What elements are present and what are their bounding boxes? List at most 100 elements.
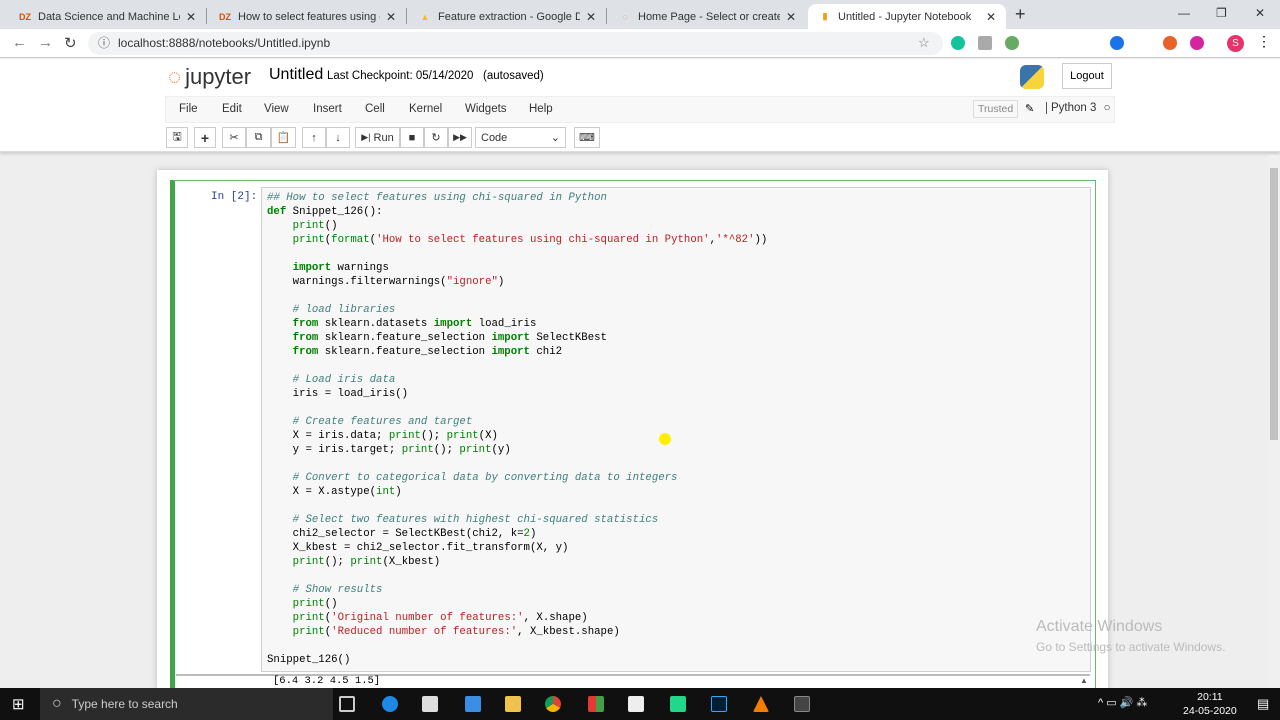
menu-view[interactable]: View xyxy=(264,103,289,115)
code-line: X_kbest = chi2_selector.fit_transform(X,… xyxy=(267,541,767,555)
url-text: localhost:8888/notebooks/Untitled.ipynb xyxy=(118,36,331,50)
terminal-icon[interactable] xyxy=(794,696,810,712)
close-tab-icon[interactable]: ✕ xyxy=(186,10,196,24)
code-token: ## How to select features using chi-squa… xyxy=(267,192,607,204)
notebook-name[interactable]: Untitled xyxy=(269,66,323,84)
output-text: [6.4 3.2 4.5 1.5] xyxy=(273,675,381,687)
extension-icon[interactable] xyxy=(978,36,992,50)
jupyter-logo[interactable]: ◌ jupyter xyxy=(168,64,251,90)
code-line: print() xyxy=(267,597,767,611)
close-tab-icon[interactable]: ✕ xyxy=(986,10,996,24)
output-scroll-up-icon[interactable]: ▲ xyxy=(1080,676,1088,685)
taskbar-clock[interactable]: 20:11 24-05-2020 xyxy=(1183,690,1237,718)
close-tab-icon[interactable]: ✕ xyxy=(786,10,796,24)
system-tray-icons[interactable]: ^ ▭ 🔊 ⁂ xyxy=(1098,696,1147,709)
copy-button[interactable]: ⧉ xyxy=(246,127,271,148)
code-line: iris = load_iris() xyxy=(267,387,767,401)
code-token: import xyxy=(433,318,473,330)
browser-tab[interactable]: DZ How to select features using chi ✕ xyxy=(208,4,406,29)
move-up-button[interactable]: ↑ xyxy=(302,127,326,148)
cut-button[interactable]: ✂ xyxy=(222,127,246,148)
scrollbar-thumb[interactable] xyxy=(1270,168,1278,440)
file-explorer-icon[interactable] xyxy=(505,696,521,712)
menu-cell[interactable]: Cell xyxy=(365,103,385,115)
extension-icon[interactable] xyxy=(1110,36,1124,50)
run-button[interactable]: ▶| Run xyxy=(355,127,400,148)
logout-button[interactable]: Logout xyxy=(1062,63,1112,89)
windows-taskbar: ⊞ ○ Type here to search ^ ▭ 🔊 ⁂ 20:11 24-0… xyxy=(0,688,1280,720)
url-input[interactable]: ⓘ localhost:8888/notebooks/Untitled.ipynb xyxy=(88,32,943,55)
code-line: # Create features and target xyxy=(267,415,767,429)
minimize-icon[interactable]: — xyxy=(1178,6,1190,20)
browser-tab[interactable]: ▲ Feature extraction - Google Drive ✕ xyxy=(408,4,606,29)
menu-file[interactable]: File xyxy=(179,103,198,115)
vlc-icon[interactable] xyxy=(753,696,769,712)
close-tab-icon[interactable]: ✕ xyxy=(586,10,596,24)
extension-icon[interactable] xyxy=(1163,36,1177,50)
browser-tab[interactable]: DZ Data Science and Machine Learni ✕ xyxy=(8,4,206,29)
code-token: # Select two features with highest chi-s… xyxy=(292,514,659,526)
browser-tab[interactable]: ▮ Untitled - Jupyter Notebook ✕ xyxy=(808,4,1006,29)
grammarly-extension-icon[interactable] xyxy=(951,36,965,50)
code-line: from sklearn.datasets import load_iris xyxy=(267,317,767,331)
pycharm-icon[interactable] xyxy=(670,696,686,712)
profile-avatar[interactable]: S xyxy=(1227,35,1244,52)
notifications-icon[interactable]: ▤ xyxy=(1257,696,1269,712)
menu-edit[interactable]: Edit xyxy=(222,103,242,115)
save-button[interactable]: 🖫 xyxy=(166,127,188,148)
interrupt-button[interactable]: ■ xyxy=(400,127,424,148)
browser-menu-icon[interactable]: ⋮ xyxy=(1257,33,1271,50)
store-icon[interactable] xyxy=(422,696,438,712)
menu-help[interactable]: Help xyxy=(529,103,553,115)
bookmark-star-icon[interactable]: ☆ xyxy=(918,35,930,51)
command-palette-button[interactable]: ⌨ xyxy=(574,127,600,148)
code-token: Snippet_126() xyxy=(267,654,351,666)
tab-title: Home Page - Select or create a n xyxy=(638,10,780,23)
edge-icon[interactable] xyxy=(382,696,398,712)
menu-kernel[interactable]: Kernel xyxy=(409,103,442,115)
code-token: , X.shape) xyxy=(523,612,588,624)
extension-icon[interactable] xyxy=(1005,36,1019,50)
menu-widgets[interactable]: Widgets xyxy=(465,103,507,115)
close-window-icon[interactable]: ✕ xyxy=(1255,6,1265,20)
windows-start-icon[interactable]: ⊞ xyxy=(12,695,25,713)
code-line: chi2_selector = SelectKBest(chi2, k=2) xyxy=(267,527,767,541)
code-token: (y) xyxy=(491,444,511,456)
app-icon[interactable] xyxy=(465,696,481,712)
close-tab-icon[interactable]: ✕ xyxy=(386,10,396,24)
cell-type-select[interactable]: Code ⌄ xyxy=(475,127,566,148)
save-icon: 🖫 xyxy=(172,131,182,143)
code-token: print xyxy=(292,612,325,624)
maximize-icon[interactable]: ❐ xyxy=(1216,6,1227,20)
code-token: sklearn.feature_selection xyxy=(318,346,492,358)
forward-icon[interactable]: → xyxy=(38,34,53,51)
new-tab-icon[interactable]: + xyxy=(1015,4,1026,25)
code-token: print xyxy=(292,556,325,568)
browser-tab[interactable]: ◌ Home Page - Select or create a n ✕ xyxy=(608,4,806,29)
code-token: from xyxy=(292,332,319,344)
move-down-button[interactable]: ↓ xyxy=(326,127,350,148)
code-text[interactable]: ## How to select features using chi-squa… xyxy=(267,191,767,667)
insert-cell-button[interactable]: + xyxy=(194,127,216,148)
edit-pencil-icon[interactable]: ✎ xyxy=(1025,102,1034,115)
chrome-icon[interactable] xyxy=(545,696,561,712)
menu-insert[interactable]: Insert xyxy=(313,103,342,115)
mail-icon[interactable] xyxy=(628,696,644,712)
back-icon[interactable]: ← xyxy=(12,34,27,51)
task-view-icon[interactable] xyxy=(339,696,355,712)
code-token: SelectKBest xyxy=(529,332,607,344)
taskbar-search-input[interactable]: ○ Type here to search xyxy=(40,688,333,720)
instagram-extension-icon[interactable] xyxy=(1190,36,1204,50)
paste-button[interactable]: 📋 xyxy=(271,127,296,148)
reload-icon[interactable]: ↻ xyxy=(64,34,77,52)
restart-button[interactable]: ↻ xyxy=(424,127,448,148)
restart-run-all-button[interactable]: ▶▶ xyxy=(448,127,472,148)
photoshop-icon[interactable] xyxy=(711,696,727,712)
app-icon[interactable] xyxy=(588,696,604,712)
trusted-indicator[interactable]: Trusted xyxy=(973,100,1019,118)
scissors-icon: ✂ xyxy=(229,132,239,144)
